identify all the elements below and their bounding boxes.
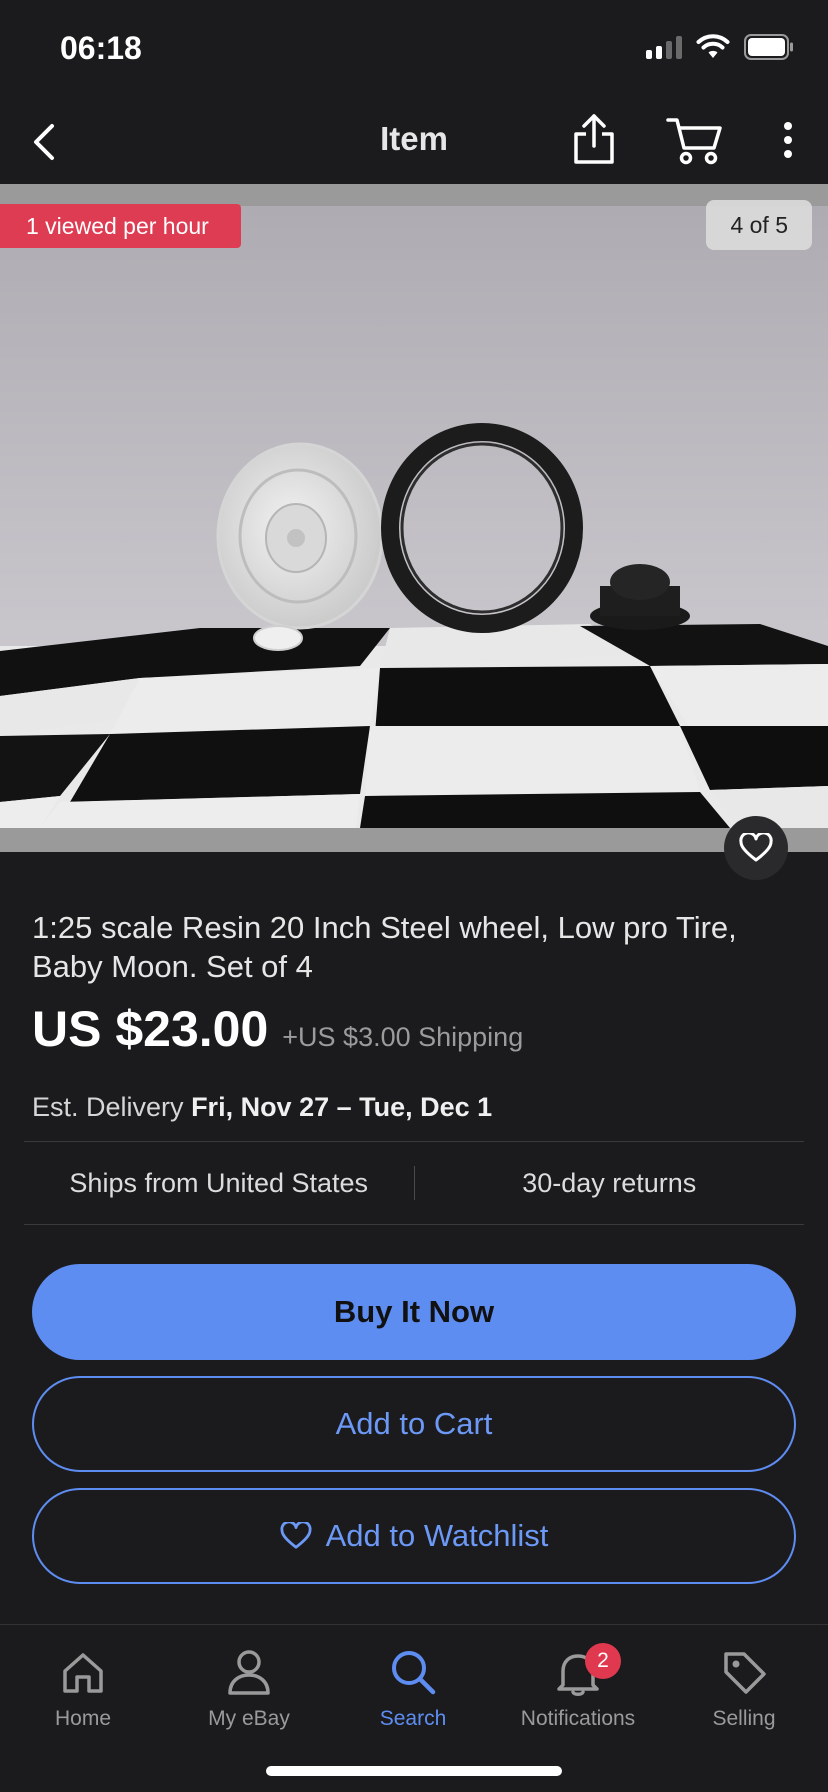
tab-selling[interactable]: Selling: [661, 1643, 827, 1753]
delivery-dates: Fri, Nov 27 – Tue, Dec 1: [191, 1092, 493, 1122]
search-icon: [392, 1651, 436, 1695]
more-vertical-icon: [784, 122, 792, 158]
cellular-signal-icon: [646, 35, 682, 59]
battery-icon: [744, 34, 793, 60]
delivery-label: Est. Delivery: [32, 1092, 184, 1122]
status-bar: 06:18: [0, 0, 828, 100]
image-gallery[interactable]: 1 viewed per hour 4 of 5: [0, 184, 828, 852]
ships-from: Ships from United States: [69, 1167, 369, 1198]
home-indicator[interactable]: [266, 1766, 562, 1776]
watch-heart-button[interactable]: [724, 816, 788, 880]
image-counter: 4 of 5: [706, 200, 812, 250]
tab-selling-label: Selling: [712, 1707, 776, 1730]
price-row: US $23.00 +US $3.00 Shipping: [32, 1000, 523, 1058]
shipping-cost: +US $3.00 Shipping: [282, 1022, 524, 1052]
add-to-cart-button[interactable]: Add to Cart: [32, 1376, 796, 1472]
cart-icon: [666, 118, 722, 165]
item-price: US $23.00: [32, 1001, 269, 1057]
share-icon: [574, 114, 614, 164]
more-options-button[interactable]: [768, 112, 808, 168]
tag-icon: [724, 1652, 766, 1694]
add-to-watchlist-label: Add to Watchlist: [325, 1518, 549, 1553]
wifi-icon: [696, 34, 730, 58]
status-icons: [646, 34, 794, 60]
product-photo[interactable]: [0, 206, 828, 852]
shipping-returns-row: Ships from United States 30-day returns: [24, 1142, 804, 1224]
tab-my-ebay-label: My eBay: [208, 1707, 290, 1730]
item-screen: 06:18 Item 1 viewed per hour 4 of 5 1:25…: [0, 0, 828, 1792]
nav-bar: Item: [0, 100, 828, 184]
tab-notifications-label: Notifications: [520, 1707, 636, 1730]
status-time: 06:18: [60, 30, 142, 66]
tab-my-ebay[interactable]: My eBay: [166, 1643, 332, 1753]
item-title: 1:25 scale Resin 20 Inch Steel wheel, Lo…: [32, 910, 737, 984]
viewed-per-hour-badge: 1 viewed per hour: [0, 204, 241, 248]
tab-home-label: Home: [54, 1707, 112, 1730]
tab-search-label: Search: [379, 1707, 447, 1730]
buy-it-now-button[interactable]: Buy It Now: [32, 1264, 796, 1360]
estimated-delivery: Est. Delivery Fri, Nov 27 – Tue, Dec 1: [32, 1092, 492, 1123]
heart-icon: [739, 833, 773, 862]
tab-home[interactable]: Home: [0, 1643, 166, 1753]
share-button[interactable]: [568, 110, 620, 170]
buy-it-now-label: Buy It Now: [333, 1294, 495, 1329]
home-icon: [63, 1653, 103, 1693]
add-to-cart-label: Add to Cart: [335, 1406, 493, 1441]
heart-icon: [280, 1522, 312, 1549]
tab-search[interactable]: Search: [330, 1643, 496, 1753]
returns-policy: 30-day returns: [522, 1167, 697, 1198]
tab-notifications[interactable]: 2 Notifications: [495, 1643, 661, 1753]
notification-count-badge: 2: [585, 1643, 621, 1679]
person-icon: [228, 1650, 270, 1695]
divider: [24, 1224, 804, 1225]
cart-button[interactable]: [664, 112, 726, 168]
add-to-watchlist-button[interactable]: Add to Watchlist: [32, 1488, 796, 1584]
